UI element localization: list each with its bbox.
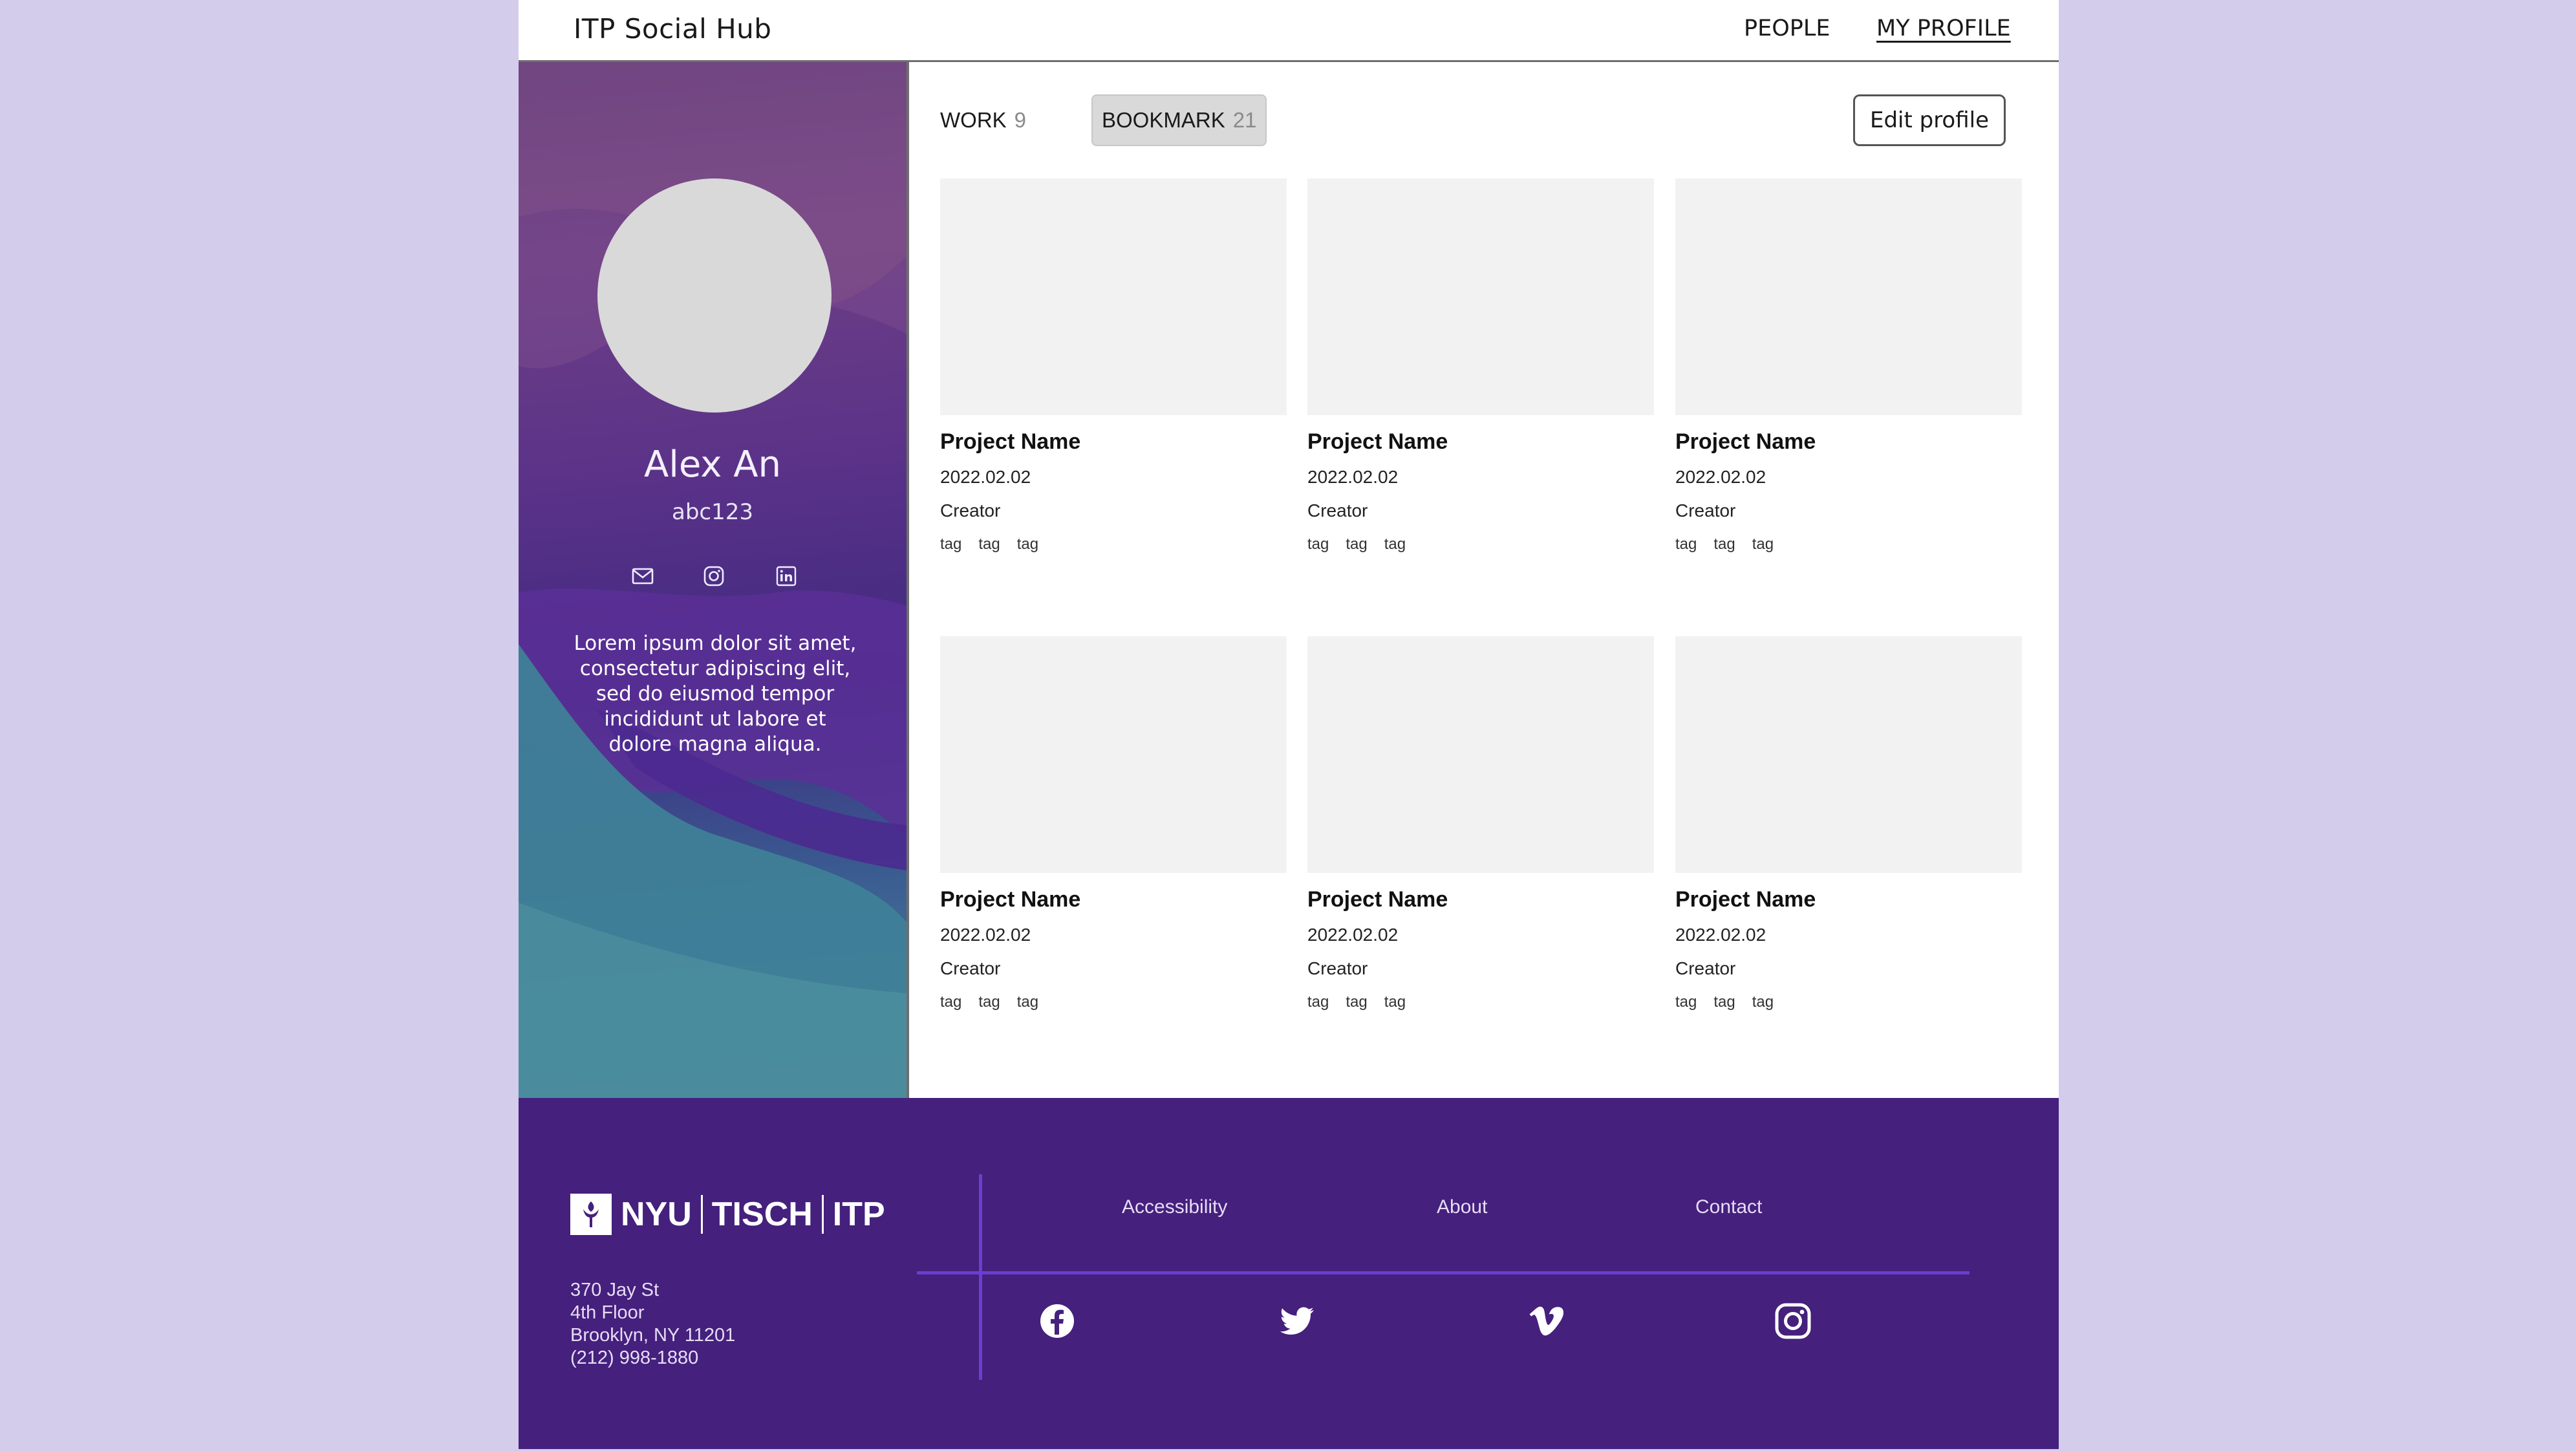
phone-number[interactable]: (212) 998-1880 (570, 1347, 735, 1370)
footer-link-about[interactable]: About (1437, 1196, 1487, 1218)
project-date: 2022.02.02 (940, 467, 1031, 487)
project-name[interactable]: Project Name (1307, 429, 1448, 455)
project-creator[interactable]: Creator (1307, 958, 1368, 979)
instagram-icon[interactable] (701, 563, 727, 589)
project-tags: tag tag tag (1307, 535, 1406, 554)
project-name[interactable]: Project Name (1675, 429, 1816, 455)
tab-bookmark-label: BOOKMARK (1102, 108, 1225, 132)
tag[interactable]: tag (1307, 535, 1329, 554)
project-creator[interactable]: Creator (1675, 958, 1735, 979)
tag[interactable]: tag (1017, 993, 1038, 1011)
torch-icon (570, 1194, 612, 1235)
tag[interactable]: tag (1713, 535, 1735, 554)
tag[interactable]: tag (940, 535, 961, 554)
project-date: 2022.02.02 (1675, 925, 1766, 945)
project-name[interactable]: Project Name (940, 429, 1080, 455)
nav-link-people[interactable]: PEOPLE (1744, 16, 1830, 41)
tag[interactable]: tag (1346, 993, 1367, 1011)
logo-text-nyu: NYU (621, 1196, 692, 1233)
tag[interactable]: tag (1346, 535, 1367, 554)
project-card[interactable]: Project Name 2022.02.02 Creator tag tag … (1307, 636, 1654, 1011)
project-tags: tag tag tag (1307, 993, 1406, 1011)
project-thumbnail[interactable] (1675, 178, 2022, 415)
tab-bookmark-count: 21 (1232, 108, 1257, 132)
tag[interactable]: tag (978, 993, 1000, 1011)
nav-link-my-profile[interactable]: MY PROFILE (1876, 16, 2011, 41)
logo-divider (821, 1195, 824, 1234)
tag[interactable]: tag (940, 993, 961, 1011)
project-creator[interactable]: Creator (940, 958, 1000, 979)
project-thumbnail[interactable] (1675, 636, 2022, 873)
project-card[interactable]: Project Name 2022.02.02 Creator tag tag … (940, 178, 1287, 553)
logo-text-tisch: TISCH (711, 1196, 813, 1233)
footer-divider-vertical (979, 1174, 982, 1380)
project-card[interactable]: Project Name 2022.02.02 Creator tag tag … (1675, 178, 2022, 553)
project-tags: tag tag tag (1675, 993, 1774, 1011)
logo-text-itp: ITP (832, 1196, 885, 1233)
project-card[interactable]: Project Name 2022.02.02 Creator tag tag … (1675, 636, 2022, 1011)
top-nav-bar: ITP Social Hub PEOPLE MY PROFILE (519, 0, 2059, 62)
tag[interactable]: tag (1384, 535, 1406, 554)
project-tags: tag tag tag (1675, 535, 1774, 554)
mail-icon[interactable] (630, 563, 656, 589)
project-date: 2022.02.02 (940, 925, 1031, 945)
tag[interactable]: tag (1017, 535, 1038, 554)
project-card[interactable]: Project Name 2022.02.02 Creator tag tag … (940, 636, 1287, 1011)
logo-divider (700, 1195, 703, 1234)
vimeo-icon[interactable] (1527, 1301, 1567, 1341)
footer-link-contact[interactable]: Contact (1695, 1196, 1762, 1218)
project-tags: tag tag tag (940, 535, 1038, 554)
nyu-tisch-itp-logo[interactable]: NYU TISCH ITP (570, 1194, 885, 1235)
tag[interactable]: tag (978, 535, 1000, 554)
edit-profile-button[interactable]: Edit profile (1853, 94, 2006, 146)
project-tags: tag tag tag (940, 993, 1038, 1011)
tab-work-count: 9 (1014, 108, 1027, 132)
project-name[interactable]: Project Name (1307, 887, 1448, 912)
profile-name: Alex An (643, 444, 782, 486)
linkedin-icon[interactable] (773, 563, 799, 589)
tag[interactable]: tag (1675, 993, 1697, 1011)
tab-work-label: WORK (940, 108, 1007, 132)
project-name[interactable]: Project Name (940, 887, 1080, 912)
project-date: 2022.02.02 (1307, 467, 1399, 487)
project-date: 2022.02.02 (1307, 925, 1399, 945)
app-title[interactable]: ITP Social Hub (574, 13, 771, 45)
address-line: Brooklyn, NY 11201 (570, 1325, 736, 1346)
project-card[interactable]: Project Name 2022.02.02 Creator tag tag … (1307, 178, 1654, 553)
profile-handle: abc123 (671, 499, 753, 525)
address-line: 370 Jay St (570, 1280, 660, 1300)
tag[interactable]: tag (1713, 993, 1735, 1011)
instagram-icon[interactable] (1773, 1301, 1813, 1341)
tag[interactable]: tag (1752, 535, 1774, 554)
app-window: ITP Social Hub PEOPLE MY PROFILE Alex An… (519, 0, 2059, 1449)
project-thumbnail[interactable] (940, 636, 1287, 873)
tab-bookmark[interactable]: BOOKMARK 21 (1091, 94, 1267, 146)
footer-address: 370 Jay St 4th Floor Brooklyn, NY 11201 … (570, 1279, 735, 1370)
tag[interactable]: tag (1675, 535, 1697, 554)
tab-work[interactable]: WORK 9 (940, 94, 1026, 146)
footer-link-accessibility[interactable]: Accessibility (1122, 1196, 1227, 1218)
tag[interactable]: tag (1752, 993, 1774, 1011)
profile-sidebar: Alex An abc123 Lorem ipsum dolor sit ame… (519, 62, 907, 1098)
profile-content: WORK 9 BOOKMARK 21 Edit profile Project … (907, 62, 2059, 1098)
address-line: 4th Floor (570, 1302, 645, 1323)
site-footer: NYU TISCH ITP 370 Jay St 4th Floor Brook… (519, 1098, 2059, 1449)
project-creator[interactable]: Creator (940, 500, 1000, 521)
tag[interactable]: tag (1307, 993, 1329, 1011)
project-thumbnail[interactable] (1307, 178, 1654, 415)
facebook-icon[interactable] (1037, 1301, 1077, 1341)
avatar[interactable] (597, 178, 832, 413)
project-date: 2022.02.02 (1675, 467, 1766, 487)
twitter-icon[interactable] (1278, 1301, 1318, 1341)
footer-divider-horizontal (917, 1271, 1970, 1274)
tag[interactable]: tag (1384, 993, 1406, 1011)
project-thumbnail[interactable] (940, 178, 1287, 415)
profile-bio: Lorem ipsum dolor sit amet, consectetur … (574, 632, 857, 756)
project-creator[interactable]: Creator (1675, 500, 1735, 521)
project-name[interactable]: Project Name (1675, 887, 1816, 912)
project-thumbnail[interactable] (1307, 636, 1654, 873)
project-creator[interactable]: Creator (1307, 500, 1368, 521)
